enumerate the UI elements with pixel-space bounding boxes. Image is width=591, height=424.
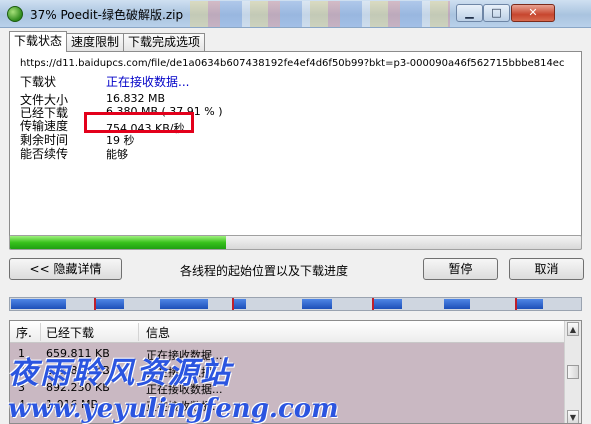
tab-strip: 下载状态 速度限制 下载完成选项: [9, 31, 206, 52]
segment: [372, 299, 402, 309]
resume-label: 能否续传: [20, 147, 69, 161]
pause-button[interactable]: 暂停: [423, 258, 498, 280]
tab-completion-options[interactable]: 下载完成选项: [123, 33, 206, 52]
status-value: 正在接收数据...: [106, 75, 190, 89]
download-progress-bar: [9, 235, 582, 250]
cancel-button[interactable]: 取消: [509, 258, 584, 280]
progress-fill: [10, 236, 227, 249]
file-size-value: 16.832 MB: [106, 92, 166, 105]
tab-download-status[interactable]: 下载状态: [9, 31, 68, 52]
resume-value: 能够: [106, 148, 128, 161]
segment-marker: [94, 298, 96, 310]
segments-label: 各线程的起始位置以及下载进度: [180, 264, 349, 278]
segment-marker: [372, 298, 374, 310]
window-title: 37% Poedit-绿色破解版.zip: [30, 8, 184, 22]
scroll-thumb[interactable]: [567, 365, 579, 379]
maximize-button[interactable]: □: [483, 4, 510, 22]
close-button[interactable]: ✕: [511, 4, 555, 22]
speed-highlight-box: [84, 112, 194, 133]
hide-details-button[interactable]: << 隐藏详情: [9, 258, 122, 280]
segment: [11, 299, 66, 309]
column-index[interactable]: 序.: [16, 324, 32, 341]
segment-marker: [232, 298, 234, 310]
segment: [302, 299, 332, 309]
segment: [444, 299, 470, 309]
segment: [232, 299, 246, 309]
status-label: 下载状: [20, 75, 57, 89]
watermark-url: www.yeyulingfeng.com: [8, 394, 339, 424]
scroll-down-icon[interactable]: ▼: [567, 410, 579, 423]
segment: [515, 299, 543, 309]
vertical-scrollbar[interactable]: ▲ ▼: [564, 321, 581, 423]
thread-list-header: 序. 已经下载 信息: [10, 321, 566, 343]
column-divider[interactable]: [40, 323, 41, 341]
segment: [160, 299, 208, 309]
download-url: https://d11.baidupcs.com/file/de1a0634b6…: [20, 58, 565, 69]
column-divider[interactable]: [138, 323, 139, 341]
column-info[interactable]: 信息: [146, 324, 170, 341]
watermark-text: 夜雨聆风资源站: [8, 356, 232, 391]
title-bar: 37% Poedit-绿色破解版.zip ▁ □ ✕: [0, 0, 591, 28]
background-decoration: [190, 1, 450, 27]
column-downloaded[interactable]: 已经下载: [46, 324, 94, 341]
tab-speed-limit[interactable]: 速度限制: [66, 33, 125, 52]
scroll-up-icon[interactable]: ▲: [567, 322, 579, 336]
app-icon: [7, 6, 23, 22]
thread-segments-bar: [9, 297, 582, 311]
minimize-button[interactable]: ▁: [456, 4, 483, 22]
segment: [94, 299, 124, 309]
status-panel: https://d11.baidupcs.com/file/de1a0634b6…: [9, 51, 582, 249]
segment-marker: [515, 298, 517, 310]
